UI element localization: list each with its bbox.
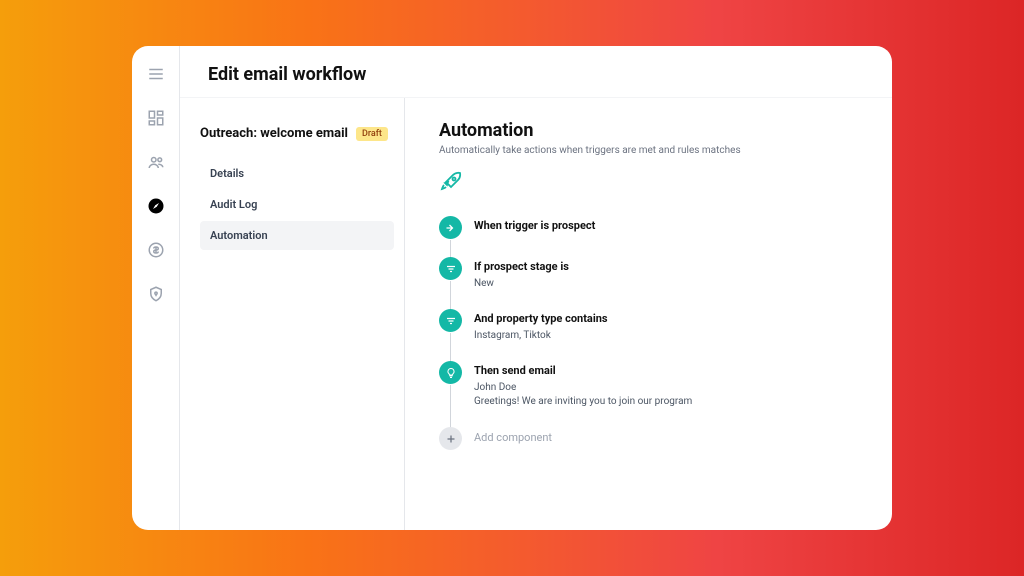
add-component[interactable]: Add component <box>439 427 858 450</box>
add-component-label: Add component <box>474 427 552 450</box>
step-title: When trigger is prospect <box>474 219 595 232</box>
tab-audit-log[interactable]: Audit Log <box>200 190 394 219</box>
step-trigger[interactable]: When trigger is prospect <box>439 216 858 239</box>
automation-subtitle: Automatically take actions when triggers… <box>439 145 858 156</box>
step-title: Then send email <box>474 364 692 377</box>
content: Outreach: welcome email Draft Details Au… <box>180 98 892 530</box>
compass-icon[interactable] <box>146 196 166 216</box>
step-value: John DoeGreetings! We are inviting you t… <box>474 381 692 409</box>
left-panel: Outreach: welcome email Draft Details Au… <box>180 98 405 530</box>
shield-icon[interactable] <box>146 284 166 304</box>
main: Edit email workflow Outreach: welcome em… <box>180 46 892 530</box>
step-condition-property[interactable]: And property type contains Instagram, Ti… <box>439 309 858 343</box>
step-condition-stage[interactable]: If prospect stage is New <box>439 257 858 291</box>
step-title: And property type contains <box>474 312 608 325</box>
menu-icon[interactable] <box>146 64 166 84</box>
status-badge: Draft <box>356 127 388 141</box>
sidebar-nav <box>132 46 180 530</box>
step-value: Instagram, Tiktok <box>474 329 608 343</box>
step-title: If prospect stage is <box>474 260 569 273</box>
page-header: Edit email workflow <box>180 46 892 98</box>
workflow-name: Outreach: welcome email <box>200 126 348 141</box>
automation-title: Automation <box>439 120 858 141</box>
step-list: When trigger is prospect If prospect sta… <box>439 216 858 450</box>
app-window: Edit email workflow Outreach: welcome em… <box>132 46 892 530</box>
filter-icon <box>439 309 462 332</box>
dollar-icon[interactable] <box>146 240 166 260</box>
filter-icon <box>439 257 462 280</box>
arrow-icon <box>439 216 462 239</box>
dashboard-icon[interactable] <box>146 108 166 128</box>
workflow-title-row: Outreach: welcome email Draft <box>200 126 394 141</box>
users-icon[interactable] <box>146 152 166 172</box>
step-action-email[interactable]: Then send email John DoeGreetings! We ar… <box>439 361 858 409</box>
rocket-icon <box>439 170 858 198</box>
step-value: New <box>474 277 569 291</box>
lightbulb-icon <box>439 361 462 384</box>
tab-automation[interactable]: Automation <box>200 221 394 250</box>
right-panel: Automation Automatically take actions wh… <box>405 98 892 530</box>
plus-icon <box>439 427 462 450</box>
tab-details[interactable]: Details <box>200 159 394 188</box>
page-title: Edit email workflow <box>208 64 864 85</box>
